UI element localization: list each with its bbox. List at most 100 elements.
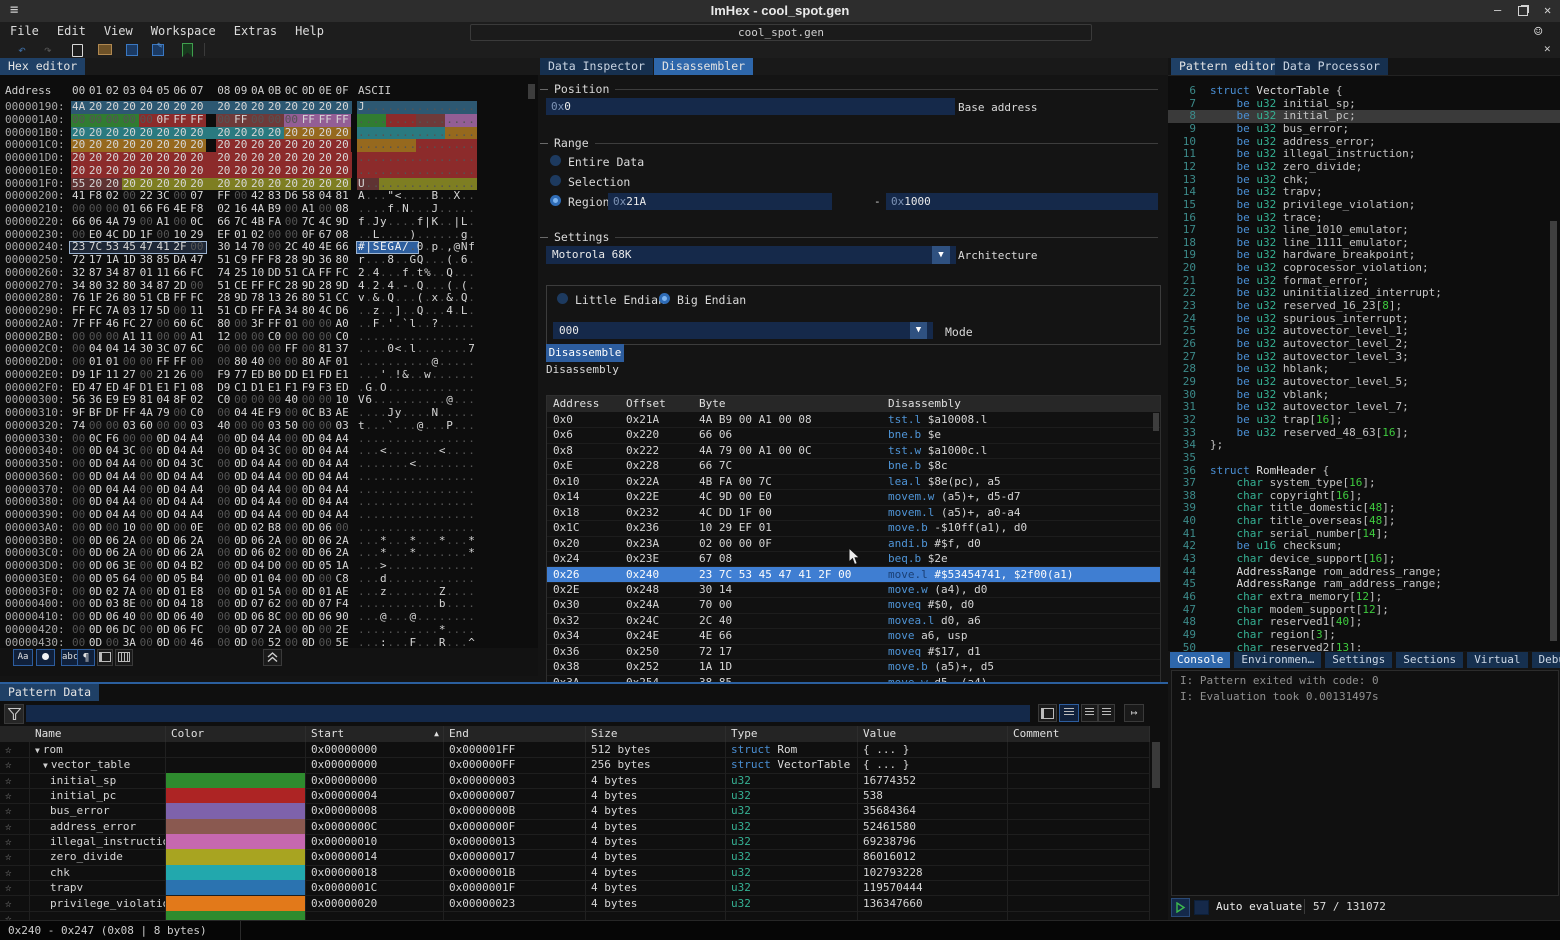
star-icon[interactable]: ☆ <box>0 757 30 773</box>
ascii-char[interactable]: % <box>424 266 431 280</box>
ascii-char[interactable]: . <box>409 113 416 127</box>
hex-row[interactable]: 00000190: 4A 20 20 20 20 20 20 20 20 20 20 20 20 20 20 2… <box>0 101 538 114</box>
ascii-char[interactable]: . <box>402 304 409 318</box>
ascii-char[interactable]: f <box>417 215 424 229</box>
hex-byte[interactable]: 4C <box>319 304 332 318</box>
ascii-char[interactable]: . <box>432 457 439 471</box>
ascii-char[interactable]: G <box>409 253 416 267</box>
ascii-char[interactable]: t <box>417 266 424 280</box>
ascii-char[interactable]: . <box>439 508 446 522</box>
ascii-char[interactable]: . <box>365 559 372 573</box>
ascii-char[interactable]: . <box>409 623 416 637</box>
ascii-char[interactable]: . <box>424 164 431 178</box>
hex-byte[interactable]: E1 <box>302 368 315 382</box>
ascii-char[interactable]: . <box>439 406 446 420</box>
ascii-char[interactable]: . <box>468 317 475 331</box>
hex-byte[interactable]: 80 <box>302 304 315 318</box>
ascii-char[interactable]: . <box>432 266 439 280</box>
ascii-char[interactable]: . <box>395 457 402 471</box>
ascii-char[interactable]: . <box>365 317 372 331</box>
ascii-char[interactable]: L <box>461 304 468 318</box>
hex-byte[interactable]: 00 <box>217 113 230 127</box>
ascii-char[interactable]: . <box>395 355 402 369</box>
case-toggle-button[interactable]: Aa <box>13 649 33 666</box>
ascii-char[interactable]: . <box>424 202 431 216</box>
tree-view-icon[interactable] <box>1059 704 1079 722</box>
hex-byte[interactable]: 20 <box>157 101 170 114</box>
ascii-char[interactable]: . <box>439 215 446 229</box>
hex-byte[interactable]: 06 <box>173 610 186 624</box>
hex-byte[interactable]: 0D <box>89 636 102 650</box>
hex-byte[interactable]: 00 <box>285 623 298 637</box>
ascii-char[interactable]: . <box>454 355 461 369</box>
ascii-char[interactable]: . <box>387 610 394 624</box>
ascii-char[interactable]: . <box>461 559 468 573</box>
ascii-char[interactable]: . <box>417 164 424 178</box>
ascii-char[interactable]: . <box>402 113 409 127</box>
ascii-char[interactable]: J <box>432 202 439 216</box>
hex-byte[interactable]: 10 <box>123 521 136 535</box>
hex-byte[interactable]: 0D <box>89 610 102 624</box>
ascii-char[interactable]: . <box>454 304 461 318</box>
hex-byte[interactable]: A4 <box>123 508 136 522</box>
hex-byte[interactable]: 79 <box>157 406 170 420</box>
ascii-char[interactable]: . <box>417 470 424 484</box>
hex-byte[interactable]: 01 <box>336 355 349 369</box>
hex-byte[interactable]: 0D <box>234 572 247 586</box>
ascii-char[interactable]: R <box>439 636 446 650</box>
hex-byte[interactable]: 06 <box>106 623 119 637</box>
ascii-char[interactable]: . <box>446 151 453 165</box>
hex-byte[interactable]: 03 <box>268 419 281 433</box>
hex-byte[interactable]: 0D <box>89 470 102 484</box>
pattern-row[interactable]: ☆ address_error 0x0000000C 0x0000000F 4 byte… <box>0 818 1150 836</box>
menu-help[interactable]: Help <box>295 24 324 38</box>
console-tab-debugger[interactable]: Debugger <box>1531 652 1560 668</box>
hex-byte[interactable]: 3C <box>190 457 203 471</box>
ascii-char[interactable]: . <box>358 355 365 369</box>
hex-byte[interactable]: 3F <box>251 317 264 331</box>
hex-byte[interactable]: 28 <box>285 253 298 267</box>
hex-byte[interactable]: 02 <box>217 202 230 216</box>
hex-byte[interactable]: 79 <box>123 215 136 229</box>
hex-byte[interactable]: 00 <box>72 470 85 484</box>
hex-byte[interactable]: 03 <box>336 419 349 433</box>
ascii-char[interactable]: . <box>439 164 446 178</box>
mode-select[interactable]: 000 ▼ <box>553 322 933 339</box>
ascii-char[interactable]: . <box>417 317 424 331</box>
ascii-char[interactable]: . <box>380 253 387 267</box>
ascii-char[interactable]: . <box>446 521 453 535</box>
ascii-char[interactable]: . <box>409 355 416 369</box>
hex-byte[interactable]: 00 <box>319 636 332 650</box>
ascii-char[interactable]: . <box>468 253 475 267</box>
hex-byte[interactable]: 20 <box>234 151 247 165</box>
ascii-char[interactable]: . <box>387 508 394 522</box>
ascii-char[interactable]: . <box>468 572 475 586</box>
ascii-char[interactable]: . <box>424 610 431 624</box>
ascii-char[interactable]: . <box>380 164 387 178</box>
dropdown-arrow-icon[interactable]: ▼ <box>932 246 950 264</box>
hex-byte[interactable]: 20 <box>285 151 298 165</box>
ascii-char[interactable]: . <box>432 521 439 535</box>
hex-byte[interactable]: 0D <box>157 610 170 624</box>
ascii-char[interactable]: . <box>380 304 387 318</box>
star-icon[interactable]: ☆ <box>0 742 30 758</box>
hex-byte[interactable]: A4 <box>336 508 349 522</box>
hex-byte[interactable]: 00 <box>89 113 102 127</box>
hex-byte[interactable]: 00 <box>140 636 153 650</box>
hex-byte[interactable]: 00 <box>106 636 119 650</box>
hex-byte[interactable]: 74 <box>72 419 85 433</box>
ascii-char[interactable]: ` <box>402 317 409 331</box>
hex-byte[interactable]: A4 <box>336 470 349 484</box>
ascii-char[interactable]: . <box>461 164 468 178</box>
ascii-char[interactable]: . <box>446 623 453 637</box>
hex-byte[interactable]: 38 <box>140 253 153 267</box>
pattern-scrollbar-thumb[interactable] <box>1152 742 1160 788</box>
hex-byte[interactable]: BF <box>89 406 102 420</box>
hex-row[interactable]: 000003A0: 00 0D 00 10 00 0D 00 0E 00 0D 02 B8 00 0D 06 0… <box>0 521 538 535</box>
hex-byte[interactable]: 66 <box>217 215 230 229</box>
hex-byte[interactable]: 20 <box>190 151 203 165</box>
ascii-char[interactable]: . <box>432 304 439 318</box>
ascii-char[interactable]: . <box>365 470 372 484</box>
hex-byte[interactable]: 00 <box>106 113 119 127</box>
ascii-char[interactable]: . <box>454 368 461 382</box>
